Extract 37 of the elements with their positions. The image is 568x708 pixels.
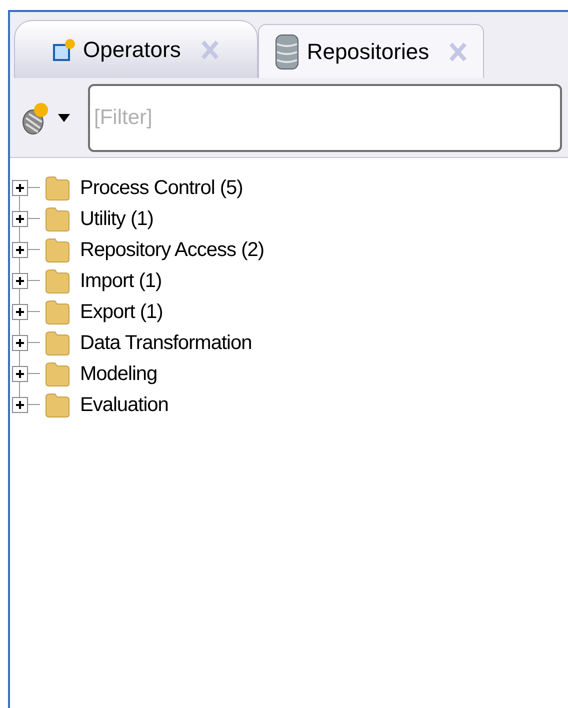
expand-icon[interactable] — [12, 304, 28, 320]
folder-label: Utility (1) — [80, 206, 154, 232]
folder-icon — [44, 206, 70, 232]
expand-icon[interactable] — [12, 396, 28, 412]
folder-label: Modeling — [80, 362, 158, 386]
tree-item[interactable]: Modeling — [10, 358, 568, 389]
folder-icon — [44, 330, 70, 356]
folder-icon — [44, 392, 70, 418]
folder-label: Data Transformation — [80, 330, 252, 356]
window-icon — [53, 38, 75, 62]
folder-label: Evaluation — [80, 392, 168, 418]
folder-label: Process Control (5) — [80, 176, 243, 200]
tree-item[interactable]: Repository Access (2) — [10, 234, 568, 265]
caret-icon — [58, 114, 70, 122]
expand-icon[interactable] — [12, 180, 28, 196]
expand-icon[interactable] — [12, 272, 28, 288]
folder-label: Export (1) — [80, 300, 163, 324]
folder-icon — [44, 268, 70, 294]
tree-item[interactable]: Import (1) — [10, 265, 568, 296]
tab[interactable]: Repositories — [258, 24, 484, 78]
expand-icon[interactable] — [12, 242, 28, 258]
expand-icon[interactable] — [12, 334, 28, 350]
folder-icon — [44, 360, 70, 386]
tab[interactable]: Operators — [14, 20, 258, 78]
expand-icon[interactable] — [12, 210, 28, 226]
folder-label: Repository Access (2) — [80, 238, 264, 262]
tree-item[interactable]: Export (1) — [10, 296, 568, 327]
filter-field[interactable]: [Filter] — [88, 84, 562, 152]
folder-label: Import (1) — [80, 268, 162, 294]
expand-icon[interactable] — [12, 366, 28, 382]
tree-item[interactable]: Data Transformation — [10, 327, 568, 358]
folder-icon — [44, 236, 70, 262]
folder-icon — [44, 174, 70, 200]
tree-item[interactable]: Evaluation — [10, 389, 568, 420]
tree-item[interactable]: Utility (1) — [10, 203, 568, 234]
tree-item[interactable]: Process Control (5) — [10, 172, 568, 203]
folder-icon — [44, 298, 70, 324]
